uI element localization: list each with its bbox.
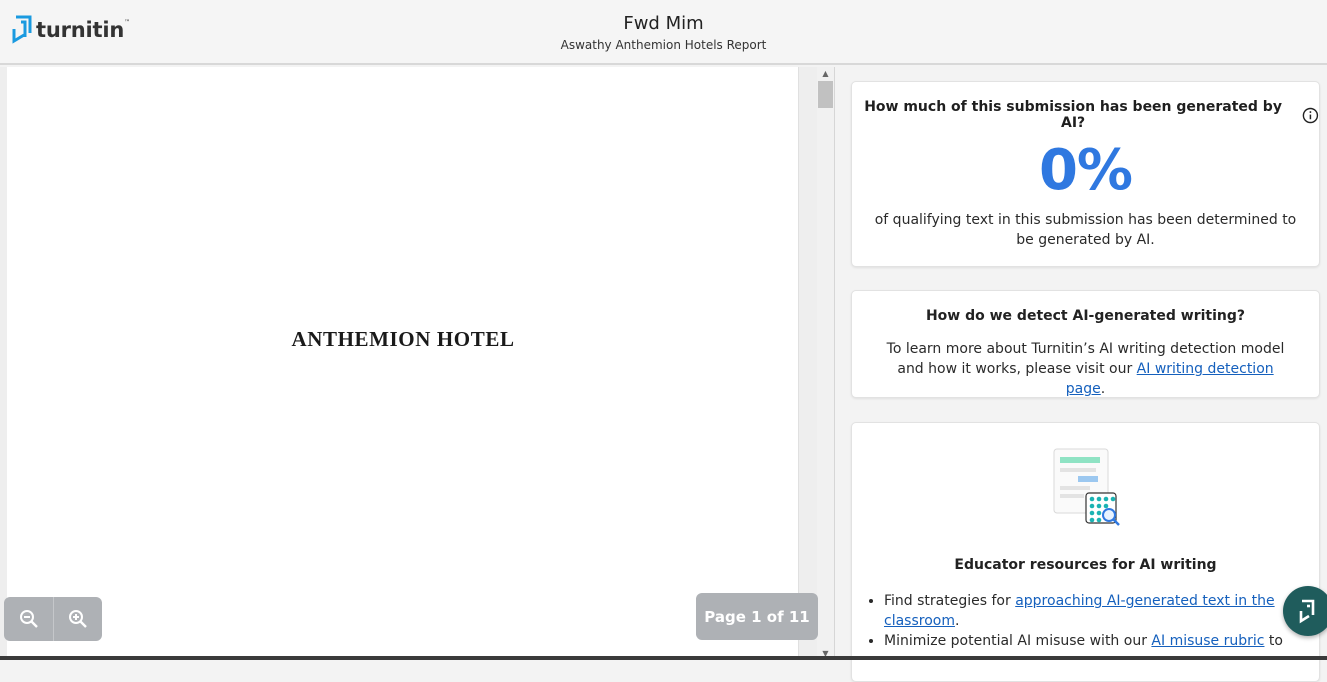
top-bar: turnitin ™ Fwd Mim Aswathy Anthemion Hot… — [0, 0, 1327, 65]
title-block: Fwd Mim Aswathy Anthemion Hotels Report — [0, 13, 1327, 53]
zoom-out-button[interactable] — [4, 597, 53, 641]
viewer-scrollbar[interactable]: ▲ ▼ — [817, 67, 834, 660]
page-indicator: Page 1 of 11 — [696, 593, 818, 640]
resources-list: Find strategies for approaching AI-gener… — [852, 591, 1319, 651]
resource-item-text: Minimize potential AI misuse with our — [884, 633, 1152, 649]
ai-percentage-description: of qualifying text in this submission ha… — [874, 212, 1297, 248]
info-icon[interactable] — [1302, 107, 1319, 124]
zoom-out-icon — [19, 610, 38, 628]
educator-resources-card: Educator resources for AI writing Find s… — [851, 422, 1320, 682]
turnitin-help-button[interactable] — [1283, 586, 1327, 636]
document-page: ANTHEMION HOTEL — [7, 67, 799, 660]
zoom-controls — [4, 597, 102, 641]
scroll-thumb[interactable] — [818, 81, 833, 108]
document-viewer[interactable]: ANTHEMION HOTEL ▲ ▼ Page 1 of 11 — [0, 67, 835, 660]
ai-score-question-row: How much of this submission has been gen… — [852, 99, 1319, 131]
ai-score-question: How much of this submission has been gen… — [864, 99, 1282, 131]
turnitin-help-icon — [1299, 599, 1315, 624]
scroll-up-icon[interactable]: ▲ — [817, 67, 834, 80]
bottom-strip — [0, 656, 1327, 660]
ai-misuse-rubric-link[interactable]: AI misuse rubric — [1151, 633, 1264, 649]
document-title: Fwd Mim — [623, 13, 704, 34]
detection-info-body: To learn more about Turnitin’s AI writin… — [852, 339, 1319, 399]
resource-item-end: . — [954, 613, 960, 629]
detection-info-title: How do we detect AI-generated writing? — [925, 308, 1246, 324]
zoom-in-icon — [69, 610, 87, 628]
educator-resources-title: Educator resources for AI writing — [954, 557, 1217, 573]
page-heading: ANTHEMION HOTEL — [291, 327, 515, 351]
detection-body-end: . — [1100, 381, 1106, 397]
ai-score-card: How much of this submission has been gen… — [851, 81, 1320, 267]
detection-info-card: How do we detect AI-generated writing? T… — [851, 290, 1320, 398]
resource-item-text: Find strategies for — [884, 593, 1016, 609]
resources-list-item: Find strategies for approaching AI-gener… — [884, 591, 1309, 631]
resources-list-item: Minimize potential AI misuse with our AI… — [884, 631, 1309, 651]
document-subtitle: Aswathy Anthemion Hotels Report — [560, 38, 767, 52]
resource-item-end: to — [1264, 633, 1283, 649]
document-scan-illustration-icon — [1053, 448, 1120, 526]
zoom-in-button[interactable] — [53, 597, 102, 641]
ai-report-panel: How much of this submission has been gen… — [835, 67, 1327, 682]
ai-percentage: 0% — [1038, 138, 1133, 203]
